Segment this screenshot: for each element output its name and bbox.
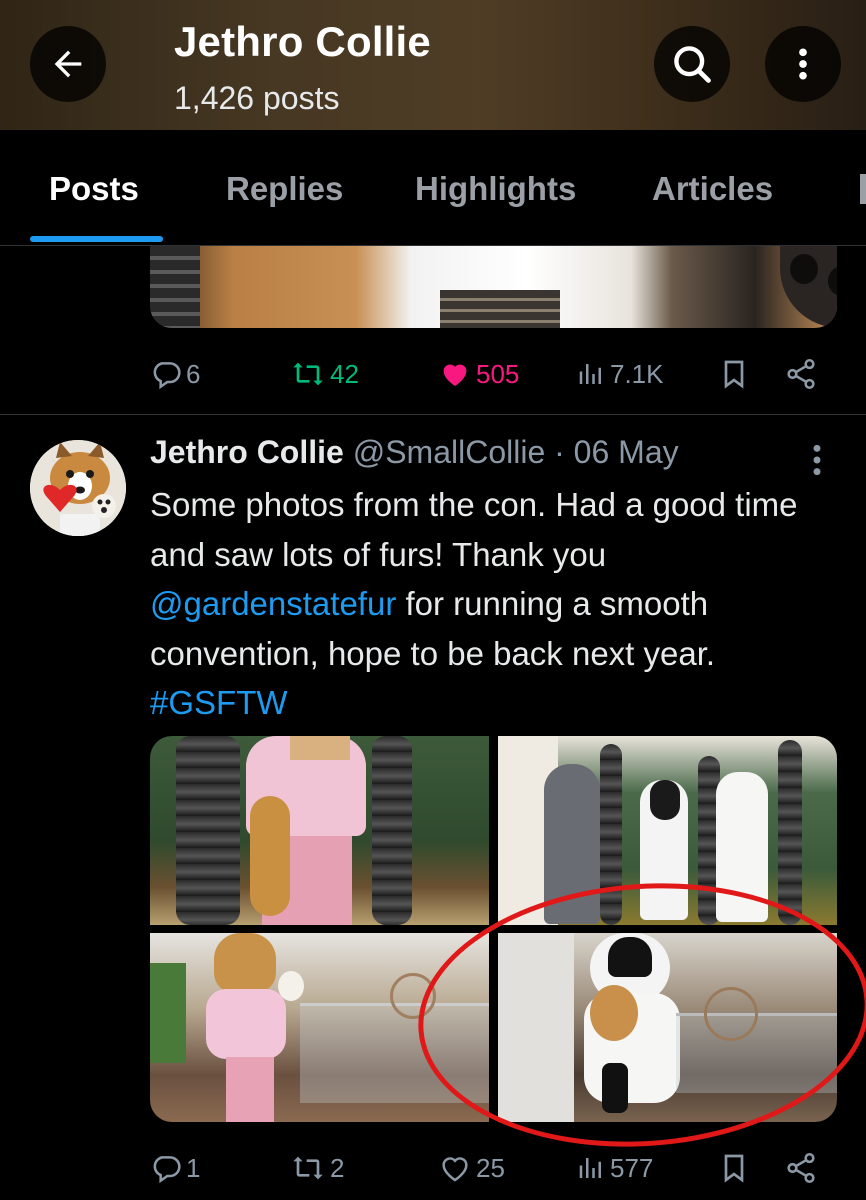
share-icon: [787, 358, 815, 390]
views-icon: [579, 1158, 601, 1178]
like-count: 505: [476, 358, 520, 389]
more-vertical-icon: [799, 48, 807, 80]
view-count: 7.1K: [610, 358, 664, 389]
author-name[interactable]: Jethro Collie: [150, 434, 344, 470]
tab-replies[interactable]: Replies: [226, 170, 343, 208]
views-button[interactable]: 577: [576, 1148, 653, 1188]
paw-graphic: [780, 246, 837, 328]
prev-post-actions: 6 42 505 7.1K: [150, 354, 830, 394]
repost-button[interactable]: 42: [290, 354, 359, 394]
like-count: 25: [476, 1152, 505, 1183]
tab-overflow-edge: [860, 174, 866, 204]
bookmark-icon: [724, 1154, 744, 1183]
meta-separator: ·: [545, 434, 574, 470]
previous-post-image[interactable]: [150, 246, 837, 328]
repost-button[interactable]: 2: [290, 1148, 344, 1188]
post-header: Jethro Collie @SmallCollie · 06 May: [150, 434, 679, 471]
author-handle[interactable]: @SmallCollie: [353, 434, 546, 470]
hashtag-link[interactable]: #GSFTW: [150, 684, 288, 721]
profile-header: Jethro Collie 1,426 posts: [0, 0, 866, 130]
repost-icon: [293, 1156, 323, 1180]
more-options-button[interactable]: [765, 26, 841, 102]
profile-title: Jethro Collie: [174, 18, 431, 65]
search-icon: [674, 46, 711, 83]
views-icon: [579, 364, 601, 384]
reply-icon: [153, 362, 181, 390]
avatar[interactable]: [30, 440, 126, 536]
bookmark-button[interactable]: [718, 354, 754, 394]
profile-tabs: Posts Replies Highlights Articles: [0, 130, 866, 246]
share-button[interactable]: [784, 1148, 822, 1188]
post-text-part-1: Some photos from the con. Had a good tim…: [150, 486, 798, 573]
bookmark-icon: [724, 360, 744, 389]
avatar-fursuit-graphic: [30, 440, 126, 536]
share-button[interactable]: [784, 354, 822, 394]
reply-icon: [153, 1156, 181, 1184]
active-tab-indicator: [30, 236, 163, 242]
reply-button[interactable]: 1: [150, 1148, 200, 1188]
post-divider: [0, 414, 866, 415]
reply-count: 1: [186, 1152, 201, 1183]
post-date[interactable]: 06 May: [574, 434, 679, 470]
photo-1[interactable]: [150, 736, 489, 925]
tab-articles[interactable]: Articles: [652, 170, 773, 208]
post-actions: 1 2 25 577: [150, 1148, 830, 1188]
heart-icon: [442, 1157, 468, 1182]
like-button[interactable]: 25: [438, 1148, 505, 1188]
post-more-button[interactable]: [805, 440, 829, 480]
share-icon: [787, 1152, 815, 1184]
mention-link[interactable]: @gardenstatefur: [150, 585, 396, 622]
bookmark-button[interactable]: [718, 1148, 754, 1188]
more-vertical-icon: [813, 444, 821, 476]
search-button[interactable]: [654, 26, 730, 102]
view-count: 577: [610, 1152, 654, 1183]
post-text: Some photos from the con. Had a good tim…: [150, 480, 840, 728]
reply-button[interactable]: 6: [150, 354, 200, 394]
heart-icon: [443, 364, 467, 386]
back-button[interactable]: [30, 26, 106, 102]
views-button[interactable]: 7.1K: [576, 354, 664, 394]
tab-highlights[interactable]: Highlights: [415, 170, 576, 208]
back-arrow-icon: [54, 50, 82, 78]
repost-icon: [293, 362, 323, 386]
repost-count: 42: [330, 358, 359, 389]
tab-posts[interactable]: Posts: [49, 170, 139, 208]
like-button[interactable]: 505: [438, 354, 519, 394]
reply-count: 6: [186, 358, 201, 389]
repost-count: 2: [330, 1152, 345, 1183]
post-count: 1,426 posts: [174, 80, 340, 116]
